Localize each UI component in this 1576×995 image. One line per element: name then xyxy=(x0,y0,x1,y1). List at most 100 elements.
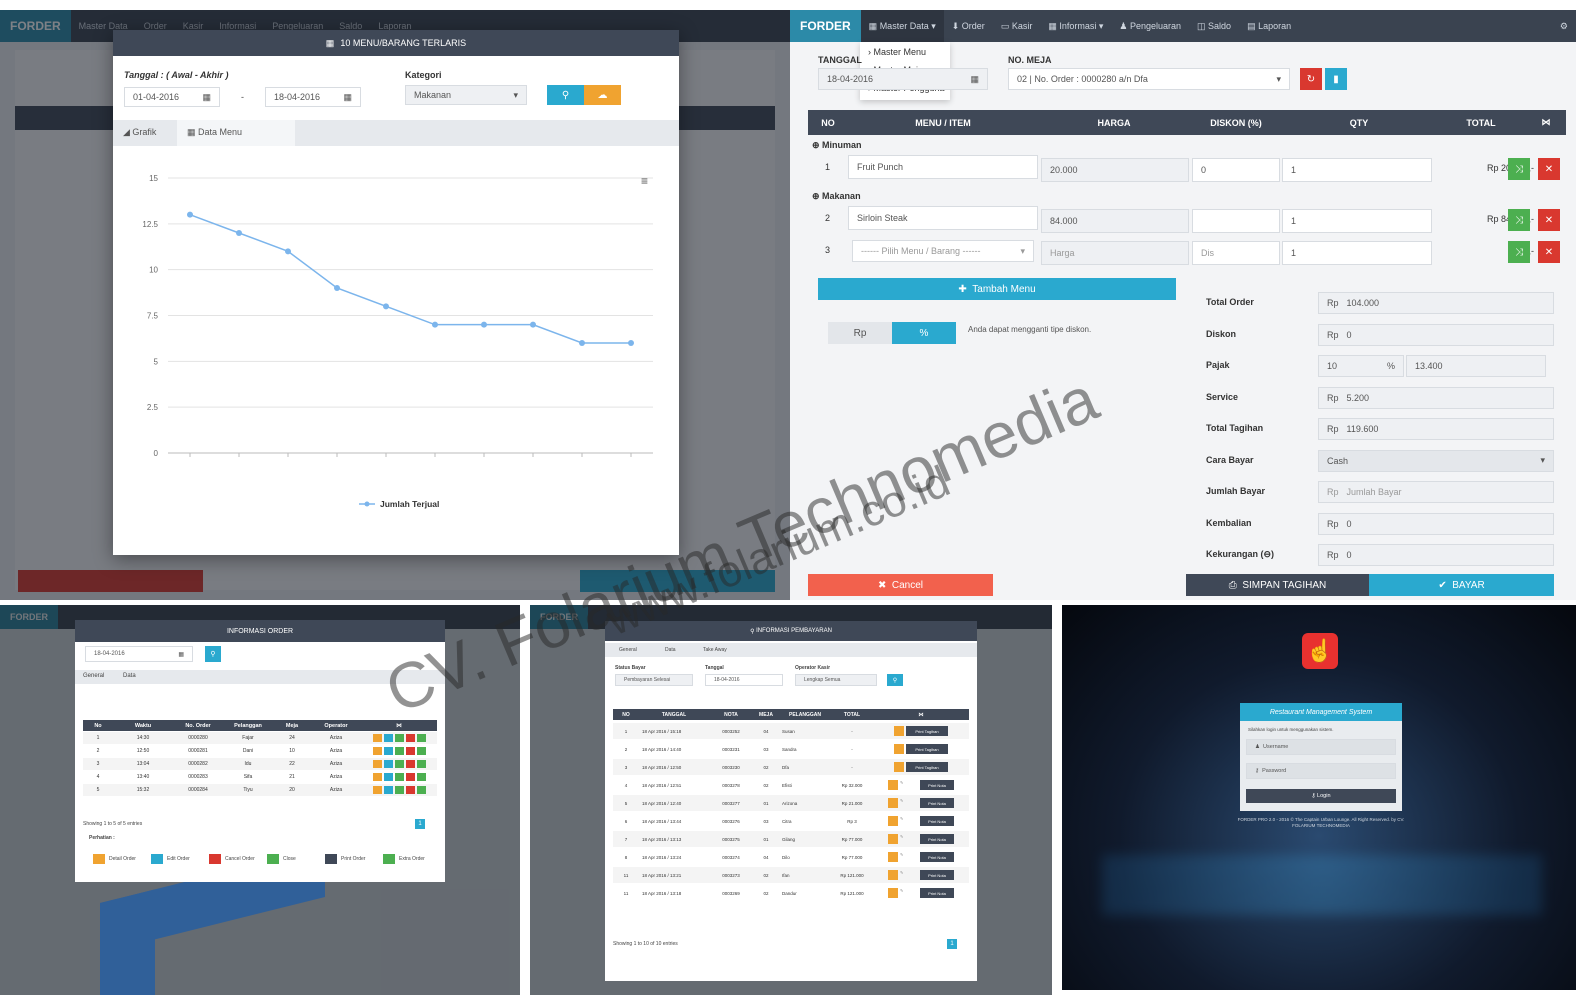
action-icon[interactable] xyxy=(394,773,404,781)
action-icon[interactable] xyxy=(405,760,415,768)
row-diskon[interactable]: Dis xyxy=(1192,241,1280,265)
search-action-icon[interactable] xyxy=(888,816,898,826)
nav-pengeluaran[interactable]: ♟ Pengeluaran xyxy=(1111,21,1189,32)
action-icon[interactable] xyxy=(394,760,404,768)
action-icon[interactable] xyxy=(405,773,415,781)
print-nota-button[interactable]: Print Nota xyxy=(920,798,954,808)
nav-informasi[interactable]: ▦ Informasi ▾ xyxy=(1040,21,1111,32)
split-button[interactable]: ⤨ xyxy=(1508,158,1530,180)
download-button[interactable]: ☁ xyxy=(584,85,621,105)
action-icon[interactable] xyxy=(394,747,404,755)
row-qty[interactable]: 1 xyxy=(1282,209,1432,233)
edit-action-icon[interactable]: ✎ xyxy=(900,780,918,790)
row-item[interactable]: Fruit Punch xyxy=(848,155,1038,179)
data-point[interactable] xyxy=(187,211,193,218)
tab-data[interactable]: Data xyxy=(123,673,136,679)
split-button[interactable]: ⤨ xyxy=(1508,209,1530,231)
row-diskon[interactable]: 0 xyxy=(1192,158,1280,182)
search-action-icon[interactable] xyxy=(894,726,904,736)
search-action-icon[interactable] xyxy=(894,762,904,772)
row-qty[interactable]: 1 xyxy=(1282,158,1432,182)
column-header[interactable]: Pelanggan xyxy=(223,723,273,729)
data-point[interactable] xyxy=(285,248,291,255)
pagination-1[interactable]: 1 xyxy=(947,939,957,949)
column-header[interactable]: No. Order xyxy=(173,723,223,729)
tab-general[interactable]: General xyxy=(83,673,104,679)
row-item-select[interactable]: ------ Pilih Menu / Barang ------ ▾ xyxy=(852,240,1034,262)
edit-action-icon[interactable]: ✎ xyxy=(900,816,918,826)
delete-button[interactable]: ✕ xyxy=(1538,241,1560,263)
diskon-rp-toggle[interactable]: Rp xyxy=(828,322,892,344)
column-header[interactable]: TOTAL xyxy=(831,712,873,718)
dropdown-master-menu[interactable]: › Master Menu xyxy=(868,47,926,57)
row-harga[interactable]: Harga xyxy=(1041,241,1189,265)
action-icon[interactable] xyxy=(405,786,415,794)
data-point[interactable] xyxy=(628,340,634,346)
column-header[interactable]: Waktu xyxy=(113,723,173,729)
simpan-tagihan-button[interactable]: ⎙ SIMPAN TAGIHAN xyxy=(1186,574,1369,596)
action-icon[interactable] xyxy=(416,773,426,781)
bayar-button[interactable]: ✔ BAYAR xyxy=(1369,574,1554,596)
action-icon[interactable] xyxy=(394,786,404,794)
edit-action-icon[interactable]: ✎ xyxy=(900,852,918,862)
split-button[interactable]: ⤨ xyxy=(1508,241,1530,263)
tanggal-input[interactable]: 18-04-2016 ▦ xyxy=(818,68,988,90)
operator-select[interactable]: Lengkap Semua xyxy=(795,674,877,686)
delete-button[interactable]: ✕ xyxy=(1538,209,1560,231)
edit-action-icon[interactable]: ✎ xyxy=(900,888,918,898)
menu-icon[interactable]: ≡ xyxy=(641,174,648,188)
refresh-button[interactable]: ↻ xyxy=(1300,68,1322,90)
tab-data-menu[interactable]: ▦ Data Menu xyxy=(177,120,295,146)
tab-grafik[interactable]: ◢ Grafik xyxy=(123,127,156,138)
row-harga[interactable]: 84.000 xyxy=(1041,209,1189,233)
nav-laporan[interactable]: ▤ Laporan xyxy=(1239,21,1299,32)
print-tagihan-button[interactable]: Print Tagihan xyxy=(906,726,948,736)
search-button[interactable]: ⚲ xyxy=(547,85,584,105)
action-icon[interactable] xyxy=(372,773,382,781)
column-header[interactable]: TANGGAL xyxy=(639,712,709,718)
action-icon[interactable] xyxy=(405,747,415,755)
print-nota-button[interactable]: Print Nota xyxy=(920,852,954,862)
legend-label[interactable]: Jumlah Terjual xyxy=(380,499,439,509)
action-icon[interactable] xyxy=(383,773,393,781)
action-icon[interactable] xyxy=(372,747,382,755)
action-icon[interactable] xyxy=(416,734,426,742)
tab-general[interactable]: General xyxy=(619,647,637,653)
print-nota-button[interactable]: Print Nota xyxy=(920,780,954,790)
action-icon[interactable] xyxy=(383,786,393,794)
cara-bayar-select[interactable]: Cash ▾ xyxy=(1318,449,1554,472)
action-icon[interactable] xyxy=(405,734,415,742)
column-header[interactable]: PELANGGAN xyxy=(779,712,831,718)
search-button[interactable]: ⚲ xyxy=(887,674,903,686)
column-header[interactable]: NOTA xyxy=(709,712,753,718)
kategori-select[interactable]: Makanan ▾ xyxy=(405,85,527,105)
search-action-icon[interactable] xyxy=(888,834,898,844)
edit-action-icon[interactable]: ✎ xyxy=(900,870,918,880)
tab-take-away[interactable]: Take Away xyxy=(703,647,727,653)
password-input[interactable]: ⚷ Password xyxy=(1246,763,1396,779)
data-point[interactable] xyxy=(530,321,536,328)
column-header[interactable]: NO xyxy=(613,712,639,718)
row-harga[interactable]: 20.000 xyxy=(1041,158,1189,182)
action-icon[interactable] xyxy=(383,760,393,768)
data-point[interactable] xyxy=(334,285,340,291)
data-point[interactable] xyxy=(579,340,585,346)
nav-kasir[interactable]: ▭ Kasir xyxy=(993,21,1041,32)
action-icon[interactable] xyxy=(416,760,426,768)
nav-saldo[interactable]: ◫ Saldo xyxy=(1189,21,1239,32)
column-header[interactable]: Meja xyxy=(273,723,311,729)
action-icon[interactable] xyxy=(372,786,382,794)
column-header[interactable]: No xyxy=(83,723,113,729)
search-action-icon[interactable] xyxy=(888,780,898,790)
login-button[interactable]: ⚷ Login xyxy=(1246,789,1396,803)
nav-order[interactable]: ⬇ Order xyxy=(944,21,993,32)
action-icon[interactable] xyxy=(372,734,382,742)
bookmark-button[interactable]: ▮ xyxy=(1325,68,1347,90)
print-nota-button[interactable]: Print Nota xyxy=(920,870,954,880)
search-action-icon[interactable] xyxy=(888,798,898,808)
nav-master-data[interactable]: ▦ Master Data ▾ xyxy=(860,10,944,42)
action-icon[interactable] xyxy=(416,786,426,794)
print-tagihan-button[interactable]: Print Tagihan xyxy=(906,744,948,754)
data-point[interactable] xyxy=(236,230,242,236)
tab-data[interactable]: Data xyxy=(665,647,676,653)
